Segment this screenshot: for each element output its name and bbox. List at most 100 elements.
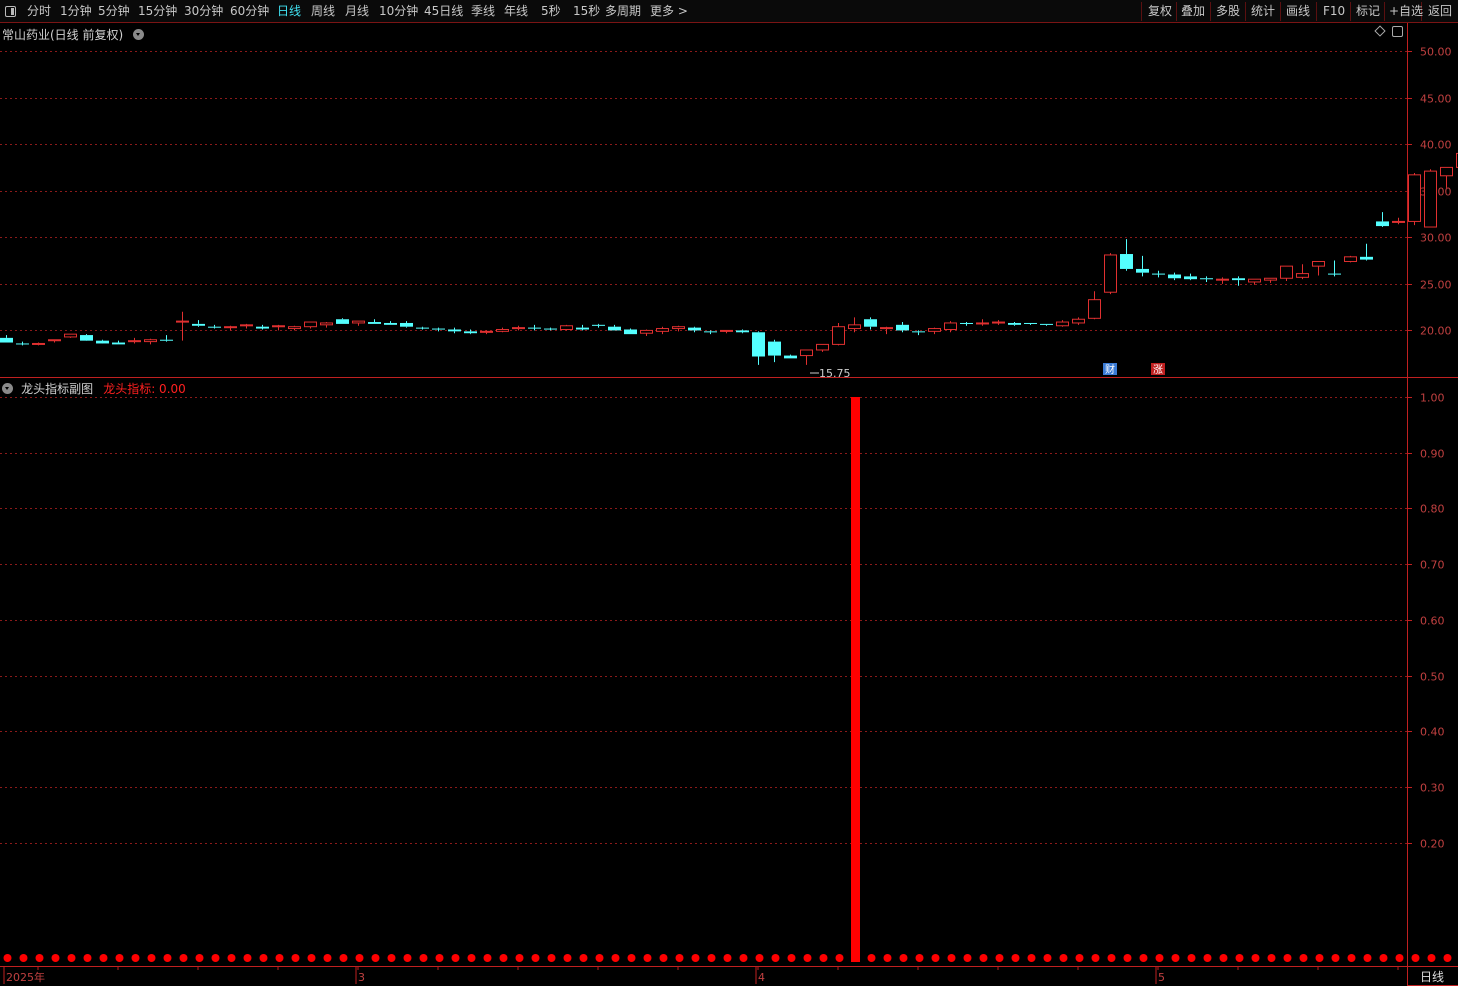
sub-panel-header: 龙头指标副图 龙头指标: 0.00 bbox=[2, 378, 186, 396]
indicator-dot bbox=[563, 954, 572, 962]
indicator-dot bbox=[787, 954, 796, 962]
indicator-dot bbox=[947, 954, 956, 962]
indicator-dot bbox=[211, 954, 220, 962]
candle-body bbox=[0, 337, 13, 343]
candle-body bbox=[1184, 276, 1197, 280]
indicator-signal-bar bbox=[851, 397, 860, 962]
indicator-dot bbox=[627, 954, 636, 962]
candle-body bbox=[1344, 256, 1357, 262]
y-tick-label: 50.00 bbox=[1420, 46, 1452, 59]
low-price-label: 15.75 bbox=[819, 367, 851, 380]
candle-body bbox=[896, 324, 909, 331]
candle-body bbox=[880, 327, 893, 330]
candle-body bbox=[1136, 268, 1149, 273]
period-indicator-label: 日线 bbox=[1420, 970, 1444, 984]
candle-body bbox=[128, 340, 141, 343]
y-tick-label: 0.30 bbox=[1420, 782, 1445, 795]
chevron-down-icon[interactable] bbox=[2, 383, 13, 394]
indicator-dot bbox=[51, 954, 60, 962]
x-tick-label: 4 bbox=[758, 971, 765, 984]
candle-body bbox=[288, 326, 301, 330]
indicator-dot bbox=[355, 954, 364, 962]
indicator-dot bbox=[675, 954, 684, 962]
y-tick-label: 0.40 bbox=[1420, 726, 1445, 739]
indicator-dot bbox=[323, 954, 332, 962]
indicator-dot bbox=[1187, 954, 1196, 962]
indicator-dot bbox=[579, 954, 588, 962]
candle-body bbox=[80, 335, 93, 341]
indicator-dot bbox=[1011, 954, 1020, 962]
candle-body bbox=[384, 322, 397, 325]
indicator-dot bbox=[339, 954, 348, 962]
candle-body bbox=[528, 327, 541, 329]
candle-body bbox=[224, 326, 237, 329]
indicator-dot bbox=[1203, 954, 1212, 962]
indicator-dot bbox=[755, 954, 764, 962]
indicator-dot bbox=[307, 954, 316, 962]
candle-body bbox=[416, 327, 429, 329]
panel-layout-icon[interactable] bbox=[1392, 26, 1403, 37]
diamond-icon[interactable] bbox=[1374, 25, 1386, 37]
indicator-dot bbox=[1251, 954, 1260, 962]
indicator-dot bbox=[19, 954, 28, 962]
indicator-dot bbox=[931, 954, 940, 962]
candle-body bbox=[272, 325, 285, 328]
kline-chart[interactable]: 20.0025.0030.0035.0040.0045.0050.000.200… bbox=[0, 0, 1458, 986]
indicator-value-label: 龙头指标: 0.00 bbox=[103, 382, 186, 396]
candle-body bbox=[544, 328, 557, 330]
indicator-dot bbox=[1299, 954, 1308, 962]
indicator-dot bbox=[227, 954, 236, 962]
candle-body bbox=[1408, 174, 1421, 222]
candle-body bbox=[1376, 221, 1389, 227]
y-tick-label: 0.60 bbox=[1420, 615, 1445, 628]
candle-body bbox=[1216, 278, 1229, 281]
indicator-dot bbox=[195, 954, 204, 962]
indicator-dot bbox=[1379, 954, 1388, 962]
indicator-dot bbox=[1075, 954, 1084, 962]
indicator-dot bbox=[995, 954, 1004, 962]
candle-body bbox=[1360, 256, 1373, 260]
indicator-dot bbox=[419, 954, 428, 962]
indicator-dot bbox=[1043, 954, 1052, 962]
indicator-dot bbox=[1331, 954, 1340, 962]
candle-body bbox=[640, 329, 653, 334]
candle-body bbox=[1024, 322, 1037, 324]
candle-body bbox=[192, 323, 205, 326]
chevron-down-icon[interactable] bbox=[133, 29, 145, 40]
candle-body bbox=[432, 328, 445, 330]
candle-body bbox=[1328, 273, 1341, 275]
indicator-dot bbox=[99, 954, 108, 962]
indicator-dot bbox=[83, 954, 92, 962]
indicator-dot bbox=[915, 954, 924, 962]
candle-body bbox=[944, 322, 957, 330]
candle-body bbox=[816, 343, 829, 351]
candle-body bbox=[800, 349, 813, 357]
indicator-dot bbox=[1363, 954, 1372, 962]
candle-body bbox=[960, 322, 973, 324]
indicator-dot bbox=[659, 954, 668, 962]
y-tick-label: 20.00 bbox=[1420, 325, 1452, 338]
candle-body bbox=[864, 319, 877, 327]
candle-body bbox=[32, 342, 45, 345]
main-panel-header: 常山药业(日线 前复权) bbox=[2, 24, 145, 42]
indicator-dot bbox=[499, 954, 508, 962]
indicator-dot bbox=[547, 954, 556, 962]
indicator-dot bbox=[899, 954, 908, 962]
candle-body bbox=[608, 326, 621, 331]
candle-body bbox=[64, 333, 77, 338]
y-tick-label: 40.00 bbox=[1420, 139, 1452, 152]
candle-body bbox=[16, 343, 29, 345]
indicator-dot bbox=[435, 954, 444, 962]
candle-body bbox=[448, 329, 461, 332]
indicator-dot bbox=[371, 954, 380, 962]
indicator-dot bbox=[403, 954, 412, 962]
candle-body bbox=[496, 328, 509, 332]
candle-body bbox=[912, 331, 925, 333]
indicator-dot bbox=[131, 954, 140, 962]
candle-body bbox=[736, 330, 749, 333]
indicator-dot bbox=[771, 954, 780, 962]
candle-body bbox=[336, 319, 349, 324]
x-tick-label: 3 bbox=[358, 971, 365, 984]
candle-body bbox=[1312, 260, 1325, 267]
candle-body bbox=[752, 332, 765, 357]
